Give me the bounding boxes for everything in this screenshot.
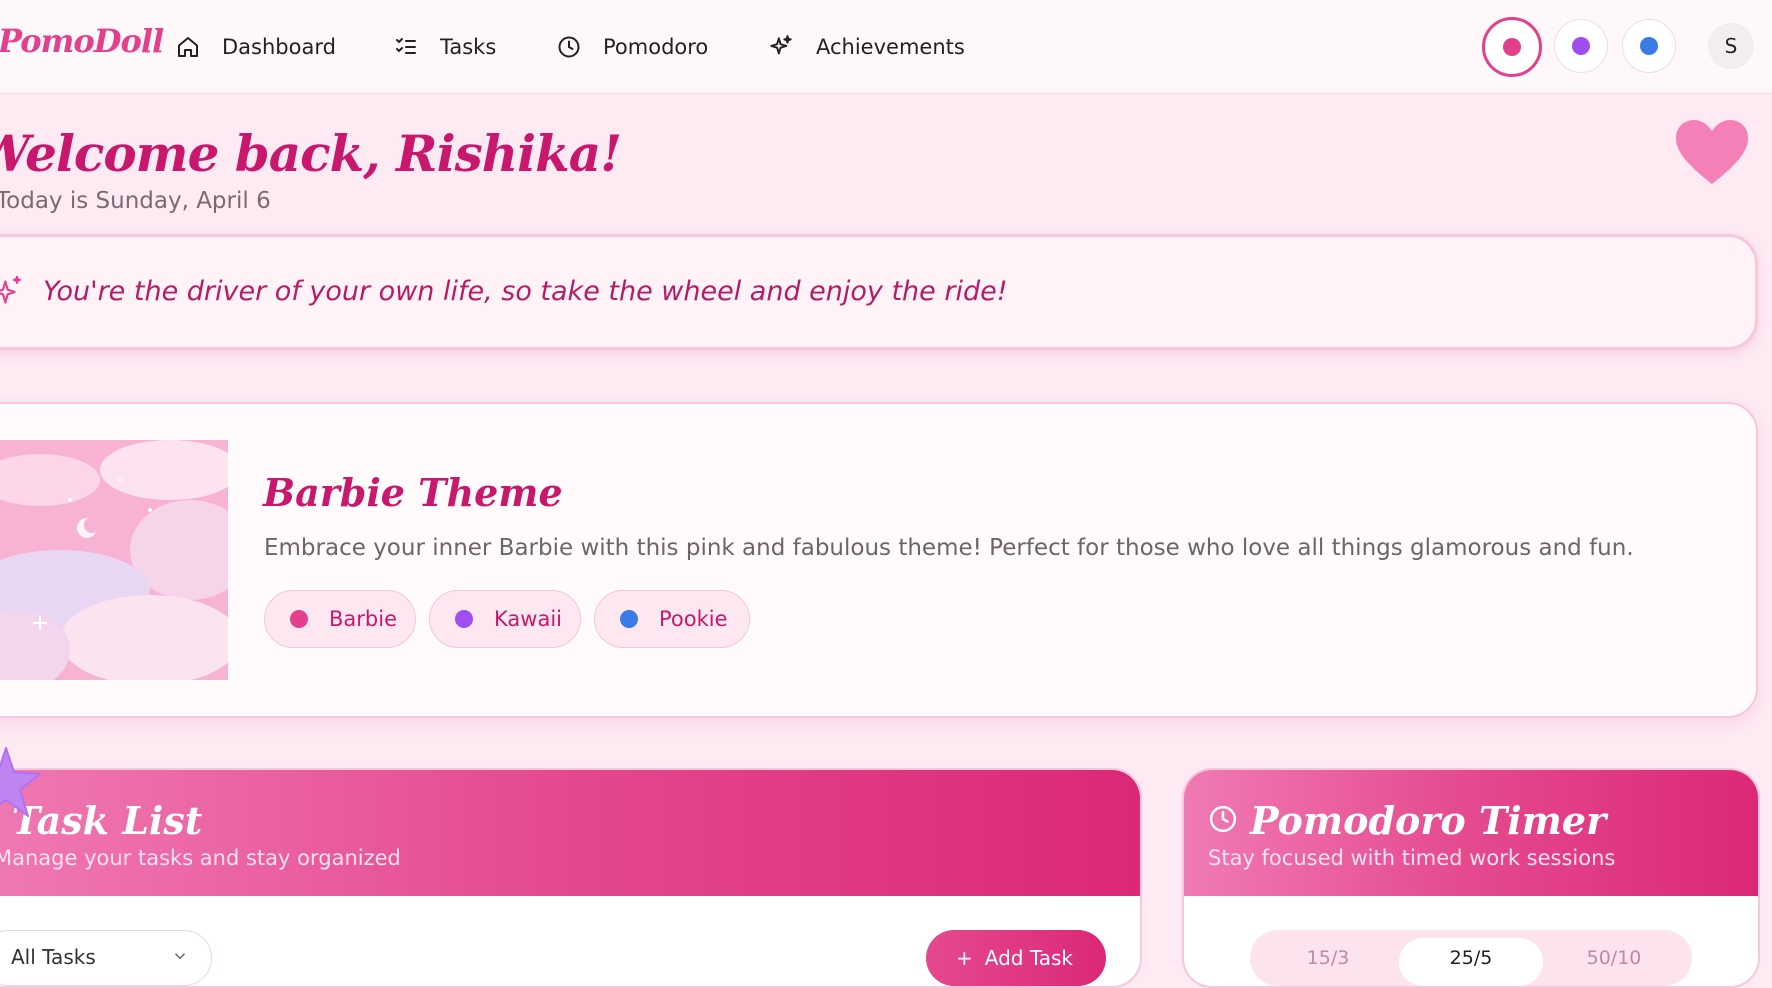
clock-icon [1209, 805, 1237, 833]
clock-icon [558, 36, 580, 58]
sparkles-icon [770, 35, 792, 55]
top-navbar: PomoDoll Dashboard Tasks Pomodoro Achiev… [0, 0, 1772, 94]
theme-pookie-button[interactable] [1622, 19, 1676, 73]
theme-option-barbie[interactable]: Barbie [264, 590, 416, 648]
theme-option-label: Pookie [659, 607, 728, 631]
mode-tab-short[interactable]: 15/3 [1256, 938, 1400, 986]
welcome-heading: Welcome back, Rishika! [0, 124, 622, 183]
task-filter-value: All Tasks [11, 945, 96, 969]
sparkle-icon [0, 275, 22, 304]
barbie-dot-icon [290, 610, 308, 628]
theme-option-pookie[interactable]: Pookie [594, 590, 750, 648]
pomodoro-header: Pomodoro Timer Stay focused with timed w… [1184, 770, 1758, 896]
heart-icon [1676, 120, 1748, 184]
add-task-button[interactable]: + Add Task [926, 930, 1106, 986]
star-icon [0, 747, 41, 817]
pomodoro-title: Pomodoro Timer [1250, 798, 1607, 843]
theme-description: Embrace your inner Barbie with this pink… [264, 535, 1634, 561]
nav-pomodoro-label: Pomodoro [603, 35, 709, 59]
nav-tasks[interactable]: Tasks [394, 30, 496, 64]
nav-pomodoro[interactable]: Pomodoro [557, 30, 708, 64]
theme-option-kawaii[interactable]: Kawaii [429, 590, 581, 648]
mode-tab-long[interactable]: 50/10 [1542, 938, 1686, 986]
theme-kawaii-button[interactable] [1554, 19, 1608, 73]
task-list-header: Task List Manage your tasks and stay org… [0, 770, 1140, 896]
theme-option-label: Barbie [329, 607, 397, 631]
app-logo[interactable]: PomoDoll [0, 22, 164, 60]
plus-icon: + [956, 946, 973, 970]
kawaii-color-dot [1572, 37, 1590, 55]
motivational-quote: You're the driver of your own life, so t… [43, 276, 1008, 307]
current-date: Today is Sunday, April 6 [0, 188, 271, 214]
nav-tasks-label: Tasks [440, 35, 497, 59]
pomodoro-mode-tabs: 15/3 25/5 50/10 [1250, 930, 1692, 986]
mode-tab-standard[interactable]: 25/5 [1399, 938, 1543, 986]
chevron-down-icon [174, 953, 186, 960]
user-avatar[interactable]: S [1708, 23, 1754, 69]
add-task-label: Add Task [984, 946, 1074, 970]
kawaii-dot-icon [455, 610, 473, 628]
task-filter-select[interactable]: All Tasks [0, 930, 212, 986]
task-list-subtitle: Manage your tasks and stay organized [0, 846, 401, 870]
theme-barbie-button[interactable] [1482, 17, 1542, 77]
theme-title: Barbie Theme [263, 470, 563, 515]
nav-dashboard-label: Dashboard [222, 35, 336, 59]
pomodoro-subtitle: Stay focused with timed work sessions [1208, 846, 1616, 870]
theme-option-label: Kawaii [494, 607, 562, 631]
home-icon [178, 37, 198, 57]
barbie-color-dot [1503, 38, 1521, 56]
nav-achievements[interactable]: Achievements [768, 30, 965, 64]
nav-achievements-label: Achievements [816, 35, 965, 59]
theme-preview-image [0, 440, 228, 680]
pookie-dot-icon [620, 610, 638, 628]
list-icon [396, 38, 416, 54]
nav-dashboard[interactable]: Dashboard [176, 30, 336, 64]
pookie-color-dot [1640, 37, 1658, 55]
